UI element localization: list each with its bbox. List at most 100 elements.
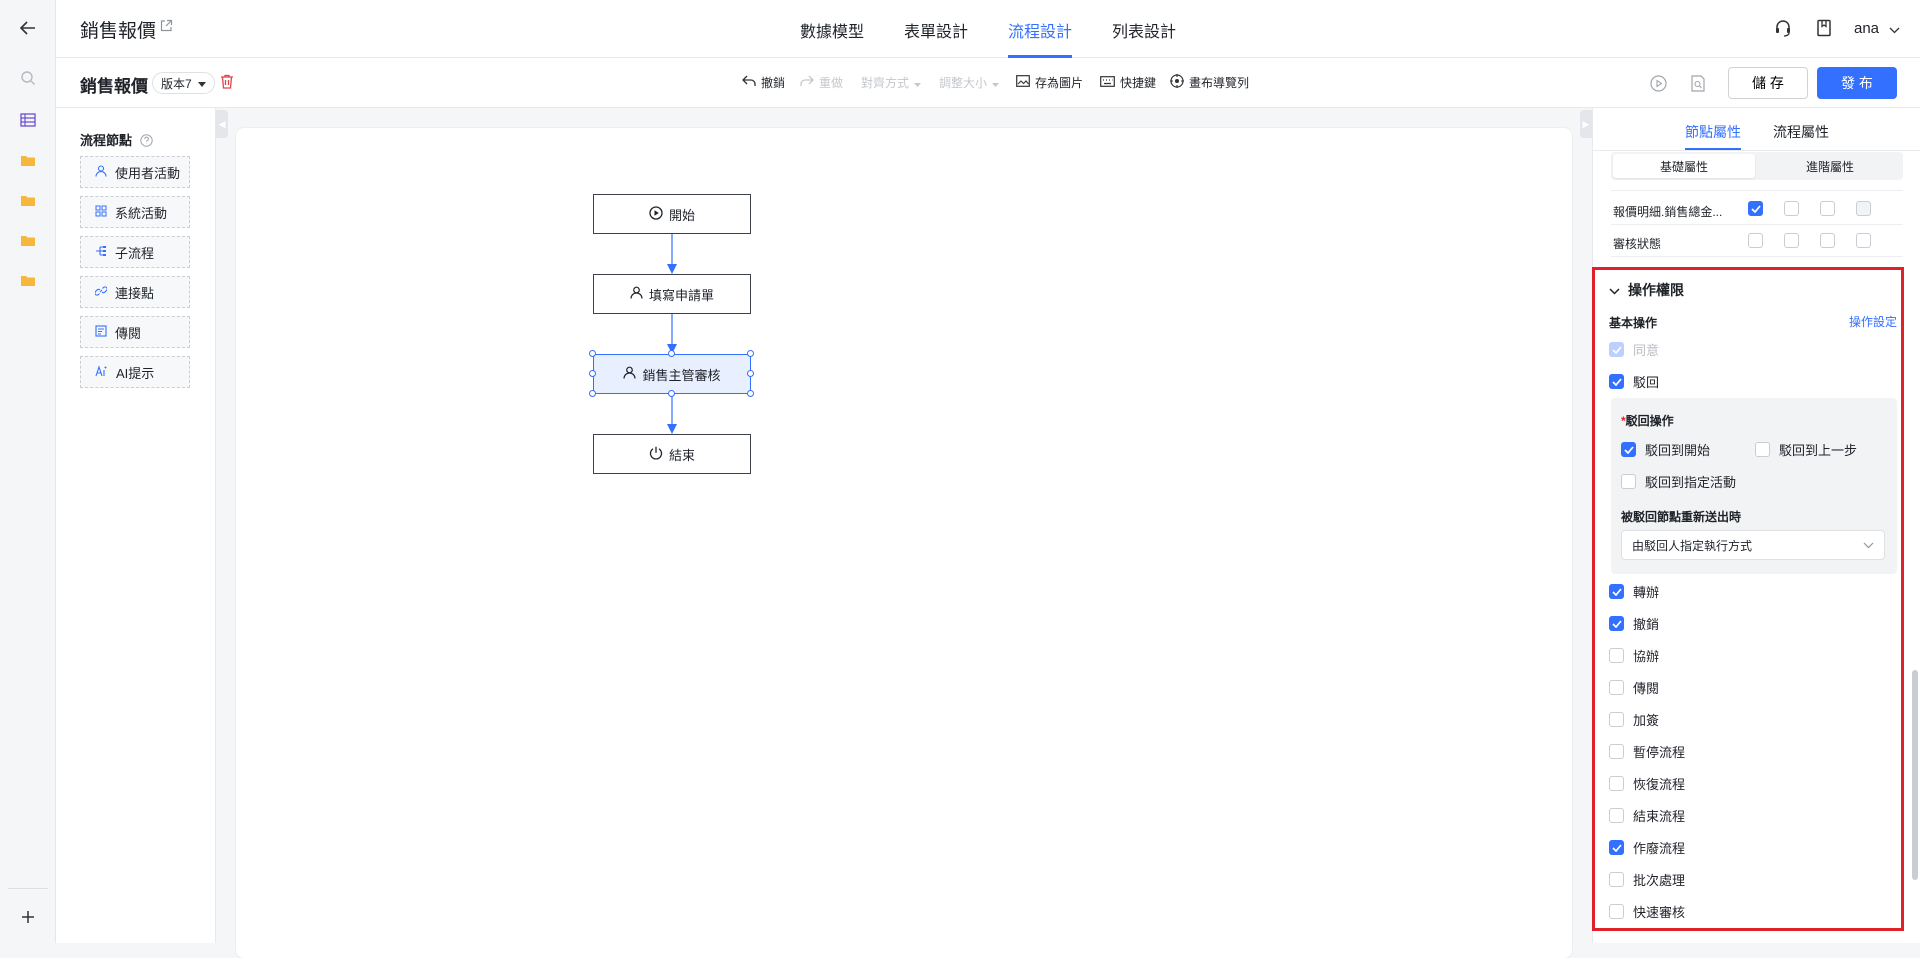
- op-batch-process[interactable]: 批次處理: [1609, 870, 1685, 889]
- external-link-icon[interactable]: [160, 19, 173, 35]
- book-icon[interactable]: [1816, 19, 1832, 40]
- op-circulate[interactable]: 傳閱: [1609, 678, 1659, 697]
- folder-icon[interactable]: [16, 268, 40, 292]
- tab-form-design[interactable]: 表單設計: [904, 18, 968, 42]
- checkbox[interactable]: [1609, 776, 1624, 791]
- node-user-activity[interactable]: 使用者活動: [80, 156, 190, 188]
- trash-icon[interactable]: [220, 74, 234, 92]
- node-connector[interactable]: 連接點: [80, 276, 190, 308]
- checkbox[interactable]: [1755, 442, 1770, 457]
- op-resume-process[interactable]: 恢復流程: [1609, 774, 1685, 793]
- op-add-signer[interactable]: 加簽: [1609, 710, 1659, 729]
- field-permission-checkbox[interactable]: [1820, 233, 1835, 248]
- support-icon[interactable]: [1774, 19, 1792, 40]
- collapse-right-panel-button[interactable]: ▶: [1580, 110, 1592, 138]
- flow-node-label: 結束: [668, 447, 695, 463]
- field-permission-checkbox[interactable]: [1784, 233, 1799, 248]
- properties-scrollbar[interactable]: [1912, 670, 1918, 880]
- save-button[interactable]: 儲 存: [1728, 67, 1808, 99]
- resize-handle[interactable]: [668, 390, 675, 397]
- flow-node-start[interactable]: 開始: [593, 194, 751, 234]
- folder-icon[interactable]: [16, 188, 40, 212]
- resize-handle[interactable]: [747, 390, 754, 397]
- ops-section-header[interactable]: 操作權限: [1609, 280, 1684, 300]
- checkbox[interactable]: [1609, 840, 1624, 855]
- tab-list-design[interactable]: 列表設計: [1112, 18, 1176, 42]
- field-permission-checkbox[interactable]: [1856, 201, 1871, 216]
- op-end-process[interactable]: 結束流程: [1609, 806, 1685, 825]
- reject-to-previous-option[interactable]: 駁回到上一步: [1755, 440, 1857, 459]
- reject-to-specified-option[interactable]: 駁回到指定活動: [1621, 472, 1736, 491]
- op-agree[interactable]: 同意: [1609, 340, 1659, 359]
- node-ai-prompt[interactable]: AI提示: [80, 356, 190, 388]
- help-circle-icon[interactable]: [139, 133, 153, 150]
- tab-process-properties[interactable]: 流程屬性: [1773, 122, 1829, 142]
- canvas-navigator-button[interactable]: 畫布導覽列: [1170, 74, 1249, 91]
- checkbox[interactable]: [1621, 474, 1636, 489]
- play-circle-icon[interactable]: [1650, 75, 1667, 95]
- flow-node-end[interactable]: 結束: [593, 434, 751, 474]
- checkbox[interactable]: [1609, 808, 1624, 823]
- search-icon[interactable]: [16, 66, 40, 90]
- preview-doc-icon[interactable]: [1690, 75, 1706, 95]
- flow-node-fill-form[interactable]: 填寫申請單: [593, 274, 751, 314]
- node-subprocess[interactable]: 子流程: [80, 236, 190, 268]
- shortcuts-button[interactable]: 快捷鍵: [1100, 74, 1156, 91]
- table-icon[interactable]: [16, 108, 40, 132]
- segment-advanced-properties[interactable]: 進階屬性: [1759, 154, 1901, 178]
- resize-handle[interactable]: [747, 370, 754, 377]
- op-pause-process[interactable]: 暫停流程: [1609, 742, 1685, 761]
- field-permission-checkbox[interactable]: [1748, 233, 1763, 248]
- resize-handle[interactable]: [589, 370, 596, 377]
- ops-settings-link[interactable]: 操作設定: [1849, 313, 1897, 330]
- checkbox[interactable]: [1609, 584, 1624, 599]
- resize-handle[interactable]: [589, 350, 596, 357]
- tab-node-properties[interactable]: 節點屬性: [1685, 122, 1741, 142]
- field-permission-checkbox[interactable]: [1856, 233, 1871, 248]
- resize-handle[interactable]: [668, 350, 675, 357]
- folder-icon[interactable]: [16, 148, 40, 172]
- field-permission-checkbox[interactable]: [1748, 201, 1763, 216]
- op-assist[interactable]: 協辦: [1609, 646, 1659, 665]
- op-withdraw[interactable]: 撤銷: [1609, 614, 1659, 633]
- flow-canvas[interactable]: 開始 填寫申請單 銷售主管審核 結束: [236, 128, 1572, 958]
- back-arrow-icon[interactable]: [16, 16, 40, 40]
- resize-dropdown[interactable]: 調整大小: [939, 74, 1000, 91]
- checkbox[interactable]: [1609, 904, 1624, 919]
- op-void-process[interactable]: 作廢流程: [1609, 838, 1685, 857]
- collapse-left-panel-button[interactable]: ◀: [216, 110, 228, 138]
- checkbox[interactable]: [1609, 872, 1624, 887]
- plus-icon[interactable]: [16, 905, 40, 929]
- checkbox[interactable]: [1609, 648, 1624, 663]
- tab-process-design[interactable]: 流程設計: [1008, 18, 1072, 42]
- op-reject[interactable]: 駁回: [1609, 372, 1659, 391]
- op-transfer[interactable]: 轉辦: [1609, 582, 1659, 601]
- checkbox[interactable]: [1609, 374, 1624, 389]
- checkbox[interactable]: [1621, 442, 1636, 457]
- redo-button[interactable]: 重做: [800, 74, 843, 91]
- node-circulate[interactable]: 傳閱: [80, 316, 190, 348]
- resize-handle[interactable]: [747, 350, 754, 357]
- node-system-activity[interactable]: 系統活動: [80, 196, 190, 228]
- user-menu[interactable]: ana: [1854, 20, 1900, 38]
- resubmit-mode-select[interactable]: 由駁回人指定執行方式: [1621, 530, 1885, 560]
- field-permission-checkbox[interactable]: [1820, 201, 1835, 216]
- segment-basic-properties[interactable]: 基礎屬性: [1613, 154, 1755, 178]
- checkbox[interactable]: [1609, 712, 1624, 727]
- tab-data-model[interactable]: 數據模型: [800, 18, 864, 42]
- reject-to-start-option[interactable]: 駁回到開始: [1621, 440, 1710, 459]
- field-permission-checkbox[interactable]: [1784, 201, 1799, 216]
- checkbox[interactable]: [1609, 342, 1624, 357]
- save-image-button[interactable]: 存為圖片: [1016, 74, 1083, 91]
- checkbox[interactable]: [1609, 680, 1624, 695]
- undo-button[interactable]: 撤銷: [742, 74, 785, 91]
- flow-node-sales-manager-review[interactable]: 銷售主管審核: [593, 354, 751, 394]
- checkbox[interactable]: [1609, 616, 1624, 631]
- publish-button[interactable]: 發 布: [1817, 67, 1897, 99]
- folder-icon[interactable]: [16, 228, 40, 252]
- checkbox[interactable]: [1609, 744, 1624, 759]
- resize-handle[interactable]: [589, 390, 596, 397]
- op-quick-review[interactable]: 快速審核: [1609, 902, 1685, 921]
- version-select[interactable]: 版本7: [152, 72, 215, 94]
- align-dropdown[interactable]: 對齊方式: [861, 74, 922, 91]
